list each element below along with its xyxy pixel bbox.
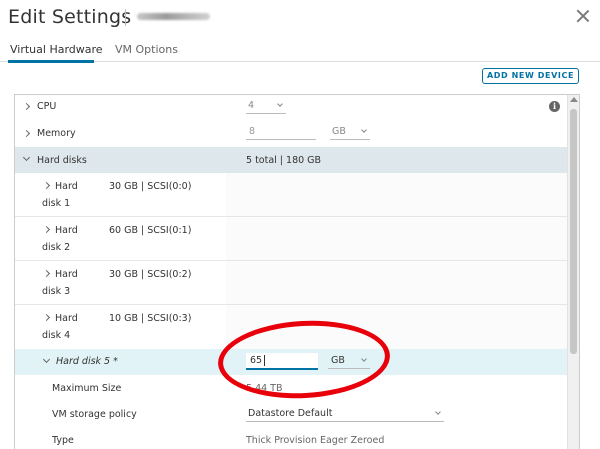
disk-label-bottom: disk 1 bbox=[42, 198, 71, 209]
type-row: Type Thick Provision Eager Zeroed bbox=[15, 428, 568, 449]
value-column bbox=[226, 261, 568, 305]
hard-disks-label: Hard disks bbox=[37, 155, 87, 166]
hard-disks-header[interactable]: Hard disks 5 total | 180 GB bbox=[15, 147, 568, 173]
value-column bbox=[226, 305, 568, 349]
disk-label-bottom: disk 2 bbox=[42, 242, 71, 253]
active-tab-indicator bbox=[8, 60, 94, 63]
memory-unit-select[interactable]: GB bbox=[330, 125, 370, 140]
cpu-row[interactable]: CPU 4 i bbox=[15, 95, 568, 120]
tab-bar: Virtual Hardware VM Options bbox=[0, 38, 600, 62]
type-value: Thick Provision Eager Zeroed bbox=[246, 435, 385, 446]
value-column bbox=[226, 173, 568, 217]
max-size-value: 5.44 TB bbox=[246, 383, 283, 394]
disk-info: 30 GB | SCSI(0:2) bbox=[109, 269, 192, 280]
list-item[interactable]: Hard disk 1 30 GB | SCSI(0:0) bbox=[15, 173, 568, 217]
max-size-row: Maximum Size 5.44 TB bbox=[15, 375, 568, 401]
chevron-right-icon[interactable] bbox=[42, 313, 51, 322]
storage-policy-value: Datastore Default bbox=[248, 408, 333, 419]
disk-label-top: Hard bbox=[55, 225, 78, 236]
storage-policy-select[interactable]: Datastore Default bbox=[246, 407, 444, 422]
disk-size-unit: GB bbox=[331, 355, 345, 366]
scrollbar[interactable] bbox=[567, 95, 579, 449]
memory-unit: GB bbox=[332, 126, 346, 137]
hard-disk-5-row[interactable]: Hard disk 5 * 65 GB bbox=[15, 349, 568, 375]
chevron-right-icon[interactable] bbox=[42, 269, 51, 278]
chevron-right-icon[interactable] bbox=[22, 102, 31, 111]
memory-input[interactable]: 8 bbox=[246, 125, 316, 140]
disk-info: 60 GB | SCSI(0:1) bbox=[109, 225, 192, 236]
disk-label-top: Hard bbox=[55, 181, 78, 192]
cpu-value: 4 bbox=[248, 100, 255, 111]
list-item[interactable]: Hard disk 4 10 GB | SCSI(0:3) bbox=[15, 305, 568, 349]
redacted-vm-name bbox=[137, 13, 210, 20]
disk-info: 10 GB | SCSI(0:3) bbox=[109, 313, 192, 324]
chevron-down-icon[interactable] bbox=[22, 153, 31, 162]
chevron-right-icon[interactable] bbox=[42, 225, 51, 234]
list-item[interactable]: Hard disk 2 60 GB | SCSI(0:1) bbox=[15, 217, 568, 261]
dialog-title: Edit Settings bbox=[8, 6, 132, 28]
memory-value: 8 bbox=[249, 126, 256, 137]
hardware-panel: CPU 4 i Memory 8 GB Hard disks 5 total |… bbox=[14, 94, 580, 449]
tab-vm-options[interactable]: VM Options bbox=[115, 43, 178, 56]
disk-label-top: Hard bbox=[55, 269, 78, 280]
hard-disks-summary: 5 total | 180 GB bbox=[246, 155, 322, 166]
chevron-down-icon bbox=[361, 356, 367, 362]
list-item[interactable]: Hard disk 3 30 GB | SCSI(0:2) bbox=[15, 261, 568, 305]
storage-policy-label: VM storage policy bbox=[52, 409, 137, 420]
disk-size-unit-select[interactable]: GB bbox=[328, 354, 370, 369]
chevron-down-icon bbox=[435, 409, 441, 415]
scroll-up-icon[interactable] bbox=[570, 97, 578, 102]
value-column bbox=[226, 217, 568, 261]
storage-policy-row[interactable]: VM storage policy Datastore Default bbox=[15, 401, 568, 428]
disk-label-bottom: disk 3 bbox=[42, 286, 71, 297]
disk-info: 30 GB | SCSI(0:0) bbox=[109, 181, 192, 192]
memory-label: Memory bbox=[37, 128, 76, 139]
scrollbar-thumb[interactable] bbox=[570, 109, 577, 354]
close-icon[interactable] bbox=[575, 8, 591, 24]
chevron-down-icon bbox=[277, 101, 283, 107]
cpu-label: CPU bbox=[37, 101, 57, 112]
tab-virtual-hardware[interactable]: Virtual Hardware bbox=[10, 43, 103, 56]
chevron-right-icon[interactable] bbox=[42, 181, 51, 190]
hard-disk-5-label: Hard disk 5 * bbox=[56, 356, 118, 367]
disk-label-bottom: disk 4 bbox=[42, 330, 71, 341]
text-cursor bbox=[264, 355, 265, 366]
disk-label-top: Hard bbox=[55, 313, 78, 324]
add-new-device-button[interactable]: ADD NEW DEVICE bbox=[482, 68, 579, 84]
chevron-right-icon[interactable] bbox=[22, 129, 31, 138]
disk-size-input[interactable]: 65 bbox=[246, 353, 318, 370]
title-separator bbox=[125, 9, 126, 26]
disk-size-value: 65 bbox=[250, 355, 263, 366]
cpu-select[interactable]: 4 bbox=[246, 99, 286, 114]
chevron-down-icon bbox=[361, 127, 367, 133]
max-size-label: Maximum Size bbox=[52, 383, 122, 394]
type-label: Type bbox=[52, 435, 74, 446]
chevron-down-icon[interactable] bbox=[42, 355, 51, 364]
memory-row[interactable]: Memory 8 GB bbox=[15, 120, 568, 147]
info-icon[interactable]: i bbox=[549, 101, 560, 112]
